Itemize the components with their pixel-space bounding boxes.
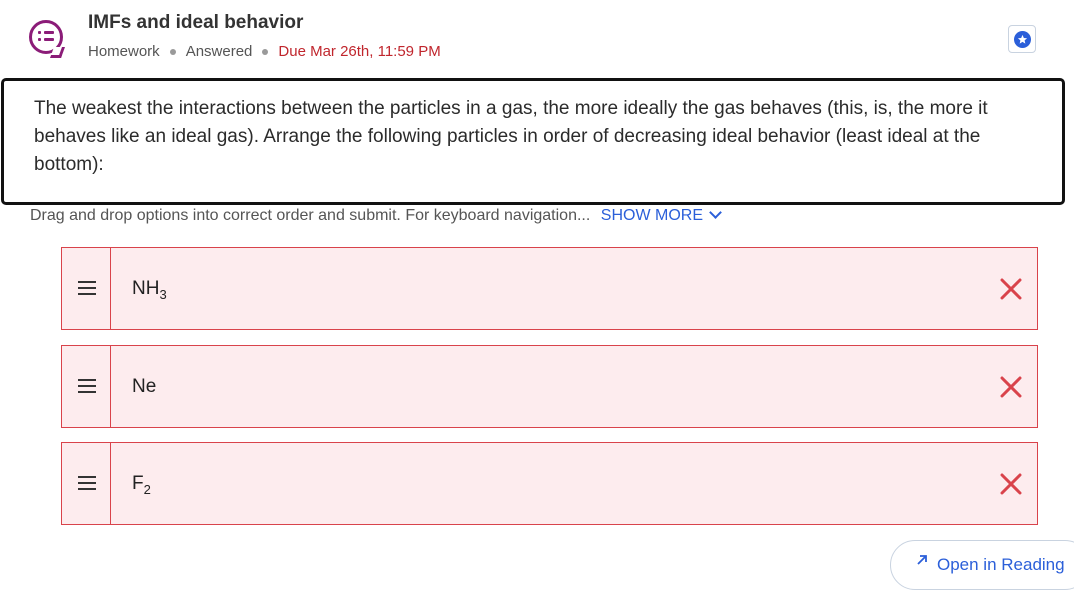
close-icon: [1000, 278, 1022, 300]
due-date: Due Mar 26th, 11:59 PM: [278, 43, 441, 60]
assignment-header: IMFs and ideal behavior Homework Answere…: [0, 0, 1074, 78]
option-label-base: NH: [132, 278, 160, 299]
drag-handle-area[interactable]: [62, 346, 111, 427]
show-more-label: SHOW MORE: [600, 207, 703, 224]
instructions: Drag and drop options into correct order…: [30, 206, 722, 225]
drag-handle-icon: [78, 476, 96, 490]
drag-handle-area[interactable]: [62, 443, 111, 524]
option-item[interactable]: F2: [61, 442, 1038, 525]
option-item[interactable]: Ne: [61, 345, 1038, 428]
assignment-type: Homework: [88, 43, 160, 60]
separator-dot: [169, 48, 176, 55]
question-box: The weakest the interactions between the…: [1, 78, 1065, 205]
separator-dot: [262, 48, 269, 55]
option-label-subscript: 2: [143, 481, 151, 497]
option-item[interactable]: NH3: [61, 247, 1038, 330]
drag-handle-icon: [78, 281, 96, 295]
assignment-meta: Homework Answered Due Mar 26th, 11:59 PM: [88, 43, 441, 60]
drag-handle-icon: [78, 379, 96, 393]
drag-handle-area[interactable]: [62, 248, 111, 329]
option-label: NH3: [132, 278, 167, 302]
open-in-reading-button[interactable]: Open in Reading: [890, 540, 1074, 590]
option-label-base: Ne: [132, 376, 157, 397]
close-icon: [1000, 376, 1022, 398]
show-more-button[interactable]: SHOW MORE: [600, 206, 722, 224]
assignment-title: IMFs and ideal behavior: [88, 12, 304, 33]
assignment-status: Answered: [185, 43, 253, 60]
star-icon: [1013, 30, 1031, 48]
question-text: The weakest the interactions between the…: [34, 98, 988, 175]
close-icon: [1000, 473, 1022, 495]
option-label: Ne: [132, 376, 156, 400]
option-label-base: F: [132, 473, 144, 494]
question-list-icon: [29, 20, 66, 58]
instructions-text: Drag and drop options into correct order…: [30, 207, 591, 224]
option-label-subscript: 3: [159, 286, 167, 302]
option-label: F2: [132, 473, 151, 497]
bookmark-button[interactable]: [1008, 25, 1036, 53]
open-external-icon: [917, 555, 927, 565]
open-in-reading-label: Open in Reading: [937, 555, 1065, 574]
chevron-down-icon: [709, 206, 722, 219]
